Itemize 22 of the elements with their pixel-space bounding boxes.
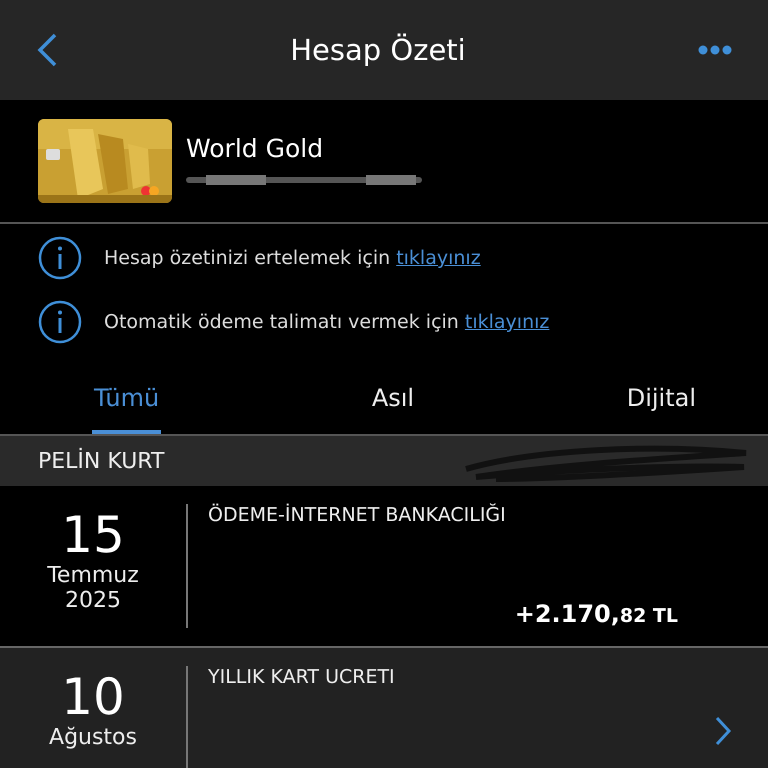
date-month: Temmuz [47,563,139,588]
date-day: 10 [61,670,125,725]
transaction-description: YILLIK KART UCRETI [208,666,396,688]
notice-text: Hesap özetinizi ertelemek için tıklayınız [104,247,481,269]
card-holder-name: PELİN KURT [38,448,164,474]
tab[interactable]: Asıl [370,366,416,434]
info-icon [38,300,82,344]
date-year: 2025 [65,588,121,613]
tab[interactable]: Dijital [624,366,698,434]
notice-text: Otomatik ödeme talimatı vermek için tıklayınız [104,311,550,333]
notice-link[interactable]: tıklayınız [396,247,481,269]
transaction-amount: +2.170,82 TL [514,600,678,628]
notice-link[interactable]: tıklayınız [464,311,550,333]
more-icon[interactable] [698,45,732,55]
date-day: 15 [61,508,125,563]
chevron-right-icon[interactable] [714,716,732,746]
info-icon [38,236,82,280]
date-month: Ağustos [49,725,137,750]
card-name: World Gold [186,134,324,162]
back-icon[interactable] [36,33,58,67]
transaction-description: ÖDEME-İNTERNET BANKACILIĞI [208,504,507,526]
page-title: Hesap Özeti [290,33,466,67]
